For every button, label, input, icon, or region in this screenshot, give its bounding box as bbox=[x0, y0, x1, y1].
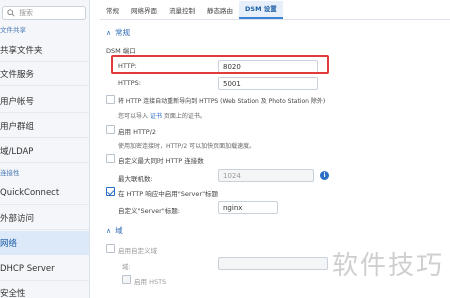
redirect-https-label: 将 HTTP 连接自动重新导向到 HTTPS (Web Station 及 Ph… bbox=[118, 98, 326, 105]
sidebar-item-label: QuickConnect bbox=[0, 187, 60, 198]
sidebar-item-label: 外部访问 bbox=[0, 213, 35, 224]
group-domain-title: 域 bbox=[115, 226, 123, 235]
tab-network-interface[interactable]: 网络界面 bbox=[125, 1, 163, 19]
chevron-up-icon: ∧ bbox=[106, 226, 112, 235]
http2-label: 启用 HTTP/2 bbox=[118, 128, 157, 136]
server-custom-label: 自定义"Server"标题: bbox=[118, 207, 180, 215]
group-general-title: 常规 bbox=[115, 28, 131, 37]
server-custom-field[interactable]: nginx bbox=[218, 201, 278, 214]
domain-field[interactable] bbox=[218, 257, 328, 270]
sidebar-item-label: 用户群组 bbox=[0, 121, 35, 132]
control-panel-window: 搜索 文件共享 共享文件夹 文件服务 用户帐号 用户群组 域/LDAP 连接性 … bbox=[0, 0, 450, 298]
https-port-field[interactable]: 5001 bbox=[218, 77, 318, 90]
search-input[interactable]: 搜索 bbox=[2, 6, 86, 20]
sidebar-item-label: 共享文件夹 bbox=[0, 45, 43, 56]
import-hint-text-end: 页面上的证书。 bbox=[163, 113, 206, 120]
sidebar-item-quickconnect[interactable]: QuickConnect bbox=[0, 181, 89, 205]
group-general-header[interactable]: ∧ 常规 bbox=[106, 27, 130, 38]
import-cert-hint: 您可以导入 证书 页面上的证书。 bbox=[118, 111, 206, 120]
sidebar-item-label: 文件服务 bbox=[0, 69, 35, 80]
search-placeholder: 搜索 bbox=[19, 9, 33, 17]
redirect-https-checkbox[interactable] bbox=[106, 95, 115, 104]
group-domain-header[interactable]: ∧ 域 bbox=[106, 225, 123, 236]
sidebar-item-label: 网络 bbox=[0, 239, 18, 249]
http2-checkbox[interactable] bbox=[106, 125, 115, 134]
custom-domain-checkbox[interactable] bbox=[106, 244, 115, 253]
sidebar-item-external-access[interactable]: 外部访问 bbox=[0, 206, 89, 230]
chevron-up-icon: ∧ bbox=[106, 28, 112, 37]
section-connectivity: 连接性 bbox=[0, 169, 20, 177]
watermark: 软件技巧 bbox=[331, 251, 444, 281]
sidebar-item-user[interactable]: 用户帐号 bbox=[0, 89, 89, 113]
sidebar-item-group[interactable]: 用户群组 bbox=[0, 114, 89, 138]
sidebar-item-dhcp-server[interactable]: DHCP Server bbox=[0, 257, 89, 281]
section-file-sharing: 文件共享 bbox=[0, 26, 26, 34]
sidebar-item-domain-ldap[interactable]: 域/LDAP bbox=[0, 139, 89, 163]
sidebar: 搜索 文件共享 共享文件夹 文件服务 用户帐号 用户群组 域/LDAP 连接性 … bbox=[0, 0, 90, 298]
sidebar-item-security[interactable]: 安全性 bbox=[0, 281, 89, 298]
tab-bar: 常规 网络界面 流量控制 静态路由 DSM 设置 bbox=[100, 0, 450, 20]
hsts-checkbox[interactable] bbox=[122, 275, 131, 284]
domain-field-label: 域: bbox=[122, 263, 131, 271]
dsm-port-label: DSM 端口 bbox=[106, 47, 136, 55]
tab-static-route[interactable]: 静态路由 bbox=[201, 1, 239, 19]
server-header-label: 在 HTTP 响应中启用"Server"标题 bbox=[118, 190, 219, 198]
sidebar-item-label: 域/LDAP bbox=[0, 146, 34, 157]
https-label: HTTPS: bbox=[118, 79, 141, 87]
max-connections-field[interactable]: 1024 bbox=[218, 169, 314, 182]
sidebar-item-network[interactable]: 网络 bbox=[0, 231, 89, 255]
tab-dsm-settings[interactable]: DSM 设置 bbox=[239, 1, 283, 19]
sidebar-item-shared-folder[interactable]: 共享文件夹 bbox=[0, 38, 89, 62]
import-hint-text: 您可以导入 bbox=[118, 113, 149, 120]
sidebar-item-label: 用户帐号 bbox=[0, 96, 35, 107]
http-port-highlight bbox=[111, 55, 329, 74]
sidebar-item-label: 安全性 bbox=[0, 289, 26, 298]
certificate-link[interactable]: 证书 bbox=[150, 113, 162, 120]
tab-traffic-control[interactable]: 流量控制 bbox=[163, 1, 201, 19]
max-connections-checkbox[interactable] bbox=[106, 154, 115, 163]
max-connections-label: 自定义最大同时 HTTP 连接数 bbox=[118, 157, 204, 165]
sidebar-item-file-services[interactable]: 文件服务 bbox=[0, 62, 89, 86]
server-header-checkbox[interactable] bbox=[106, 187, 115, 196]
sidebar-item-label: DHCP Server bbox=[0, 263, 55, 274]
tab-general[interactable]: 常规 bbox=[100, 1, 125, 19]
info-icon[interactable]: i bbox=[320, 171, 329, 180]
max-connections-field-label: 最大联机数: bbox=[118, 175, 153, 183]
hsts-label: 启用 HSTS bbox=[134, 278, 167, 286]
custom-domain-label: 启用自定义域 bbox=[118, 247, 157, 255]
search-icon bbox=[7, 9, 15, 17]
http2-hint: 使用加密连接时，HTTP/2 可以加快页面加载速度。 bbox=[118, 143, 256, 150]
